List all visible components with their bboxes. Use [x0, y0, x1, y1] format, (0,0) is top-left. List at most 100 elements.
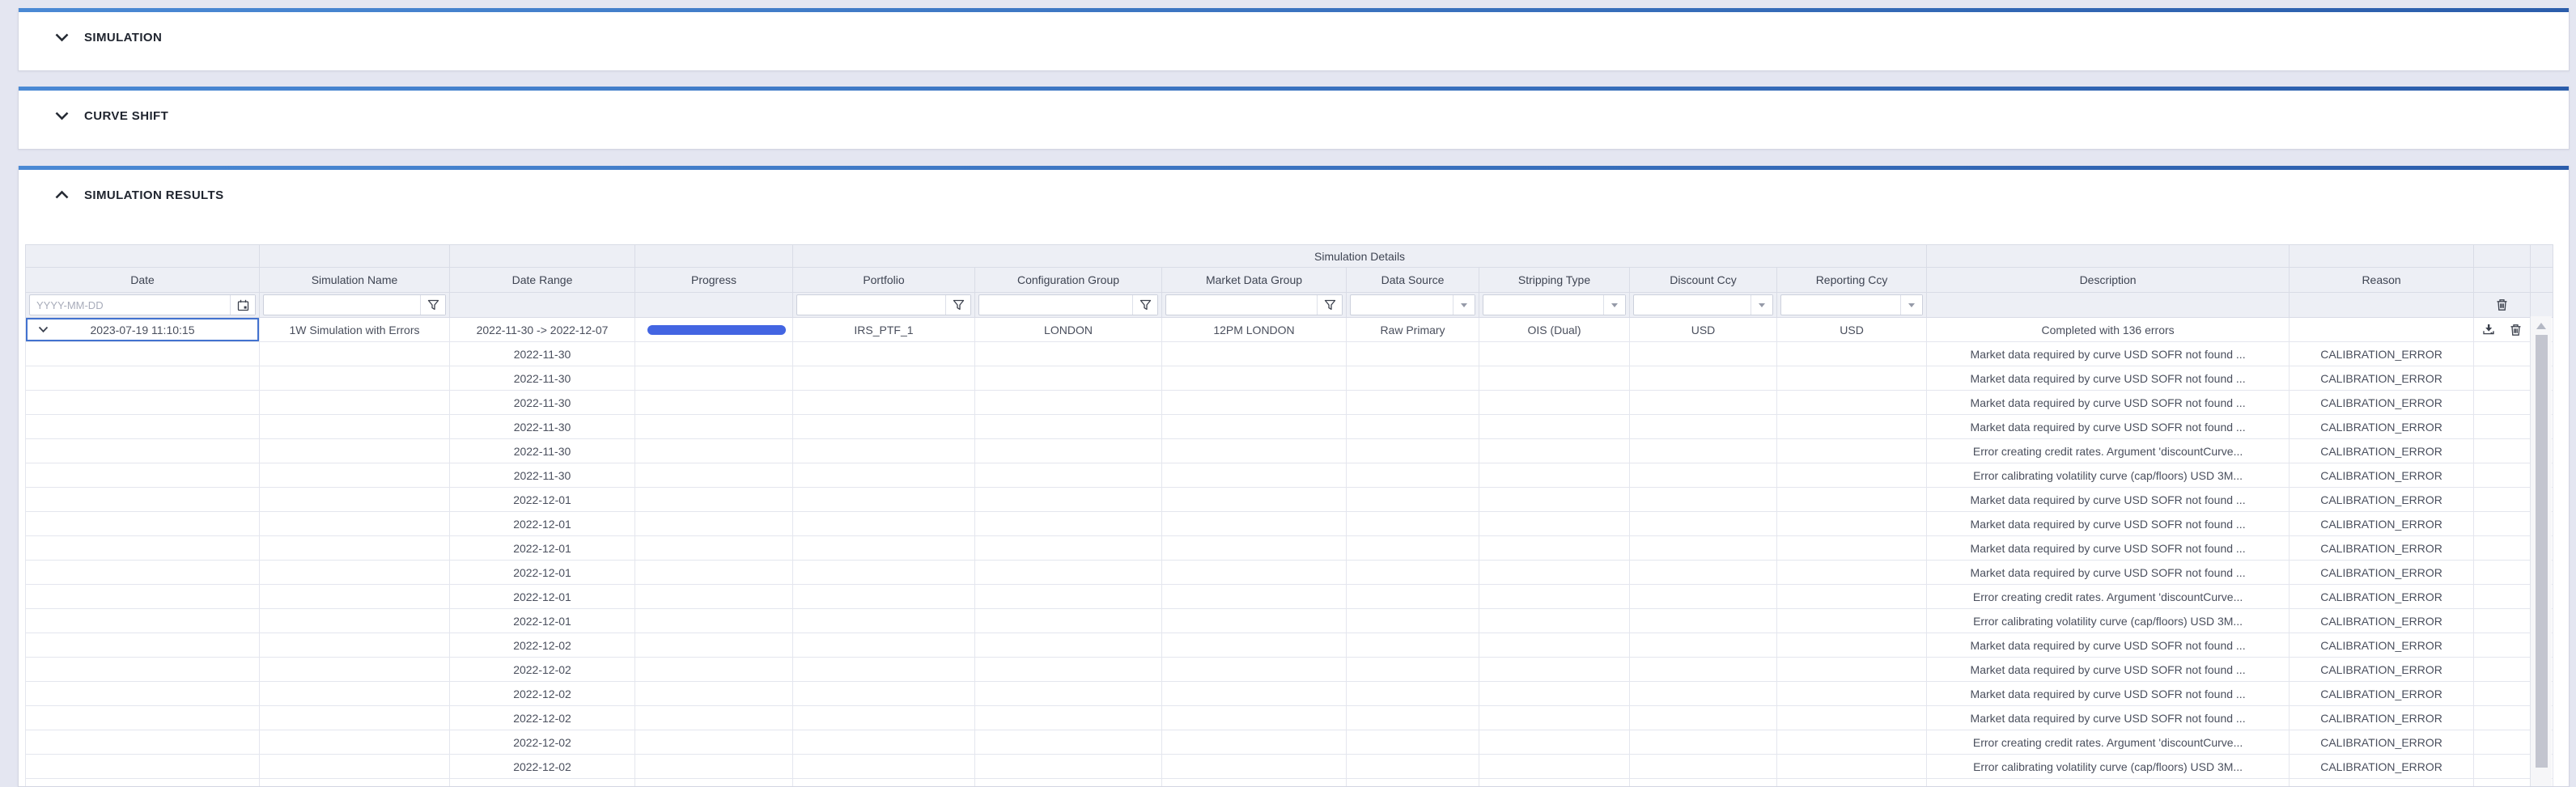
cell-market-data-group[interactable] — [1162, 415, 1347, 439]
cell-configuration-group[interactable] — [975, 536, 1162, 561]
cell-market-data-group[interactable] — [1162, 779, 1347, 787]
cell-date-range[interactable]: 2022-11-30 — [450, 779, 635, 787]
cell-reason[interactable]: CALCULATION_ERROR — [2290, 779, 2474, 787]
cell-configuration-group[interactable] — [975, 755, 1162, 779]
data-source-filter-dropdown[interactable] — [1453, 295, 1475, 315]
cell-progress[interactable] — [635, 439, 793, 463]
cell-portfolio[interactable] — [793, 706, 975, 730]
cell-stripping-type[interactable] — [1479, 488, 1630, 512]
cell-market-data-group[interactable] — [1162, 463, 1347, 488]
cell-stripping-type[interactable] — [1479, 658, 1630, 682]
cell-discount-ccy[interactable] — [1630, 488, 1777, 512]
column-header-data-source[interactable]: Data Source — [1347, 268, 1479, 293]
cell-data-source[interactable] — [1347, 755, 1479, 779]
cell-date[interactable] — [26, 415, 260, 439]
cell-stripping-type[interactable] — [1479, 391, 1630, 415]
cell-portfolio[interactable] — [793, 633, 975, 658]
cell-date-range[interactable]: 2022-11-30 -> 2022-12-07 — [450, 318, 635, 342]
cell-date-range[interactable]: 2022-11-30 — [450, 439, 635, 463]
cell-simulation-name[interactable] — [260, 439, 450, 463]
cell-portfolio[interactable]: IRS_PTF_1 — [793, 318, 975, 342]
cell-date[interactable] — [26, 439, 260, 463]
data-source-filter-select[interactable] — [1351, 295, 1453, 315]
cell-discount-ccy[interactable] — [1630, 366, 1777, 391]
cell-date-range[interactable]: 2022-12-02 — [450, 658, 635, 682]
cell-description[interactable]: Market data required by curve USD SOFR n… — [1927, 391, 2290, 415]
cell-data-source[interactable] — [1347, 561, 1479, 585]
cell-simulation-name[interactable] — [260, 366, 450, 391]
cell-data-source[interactable] — [1347, 682, 1479, 706]
cell-portfolio[interactable] — [793, 779, 975, 787]
cell-reason[interactable]: CALIBRATION_ERROR — [2290, 536, 2474, 561]
cell-simulation-name[interactable] — [260, 730, 450, 755]
cell-simulation-name[interactable] — [260, 609, 450, 633]
cell-date[interactable] — [26, 682, 260, 706]
configuration-group-filter-button[interactable] — [1132, 295, 1157, 315]
cell-market-data-group[interactable] — [1162, 366, 1347, 391]
cell-date-range[interactable]: 2022-12-02 — [450, 755, 635, 779]
cell-market-data-group[interactable] — [1162, 609, 1347, 633]
cell-simulation-name[interactable] — [260, 706, 450, 730]
cell-configuration-group[interactable] — [975, 561, 1162, 585]
cell-simulation-name[interactable] — [260, 536, 450, 561]
cell-reason[interactable]: CALIBRATION_ERROR — [2290, 706, 2474, 730]
cell-simulation-name[interactable] — [260, 561, 450, 585]
cell-date[interactable] — [26, 561, 260, 585]
cell-progress[interactable] — [635, 585, 793, 609]
column-header-stripping-type[interactable]: Stripping Type — [1479, 268, 1630, 293]
cell-stripping-type[interactable] — [1479, 706, 1630, 730]
cell-market-data-group[interactable] — [1162, 633, 1347, 658]
cell-stripping-type[interactable] — [1479, 779, 1630, 787]
cell-market-data-group[interactable] — [1162, 658, 1347, 682]
cell-progress[interactable] — [635, 366, 793, 391]
column-header-market-data-group[interactable]: Market Data Group — [1162, 268, 1347, 293]
cell-configuration-group[interactable] — [975, 609, 1162, 633]
cell-progress[interactable] — [635, 488, 793, 512]
cell-date-range[interactable]: 2022-11-30 — [450, 342, 635, 366]
column-header-configuration-group[interactable]: Configuration Group — [975, 268, 1162, 293]
cell-date-range[interactable]: 2022-11-30 — [450, 366, 635, 391]
cell-reporting-ccy[interactable] — [1777, 342, 1927, 366]
cell-configuration-group[interactable] — [975, 391, 1162, 415]
cell-discount-ccy[interactable] — [1630, 658, 1777, 682]
cell-reporting-ccy[interactable] — [1777, 463, 1927, 488]
cell-simulation-name[interactable]: 1W Simulation with Errors — [260, 318, 450, 342]
cell-stripping-type[interactable] — [1479, 415, 1630, 439]
simulation-name-filter-button[interactable] — [420, 295, 445, 315]
cell-portfolio[interactable] — [793, 366, 975, 391]
cell-portfolio[interactable] — [793, 755, 975, 779]
cell-reporting-ccy[interactable] — [1777, 488, 1927, 512]
cell-market-data-group[interactable] — [1162, 730, 1347, 755]
cell-discount-ccy[interactable] — [1630, 536, 1777, 561]
cell-portfolio[interactable] — [793, 561, 975, 585]
cell-description[interactable]: Completed with 136 errors — [1927, 318, 2290, 342]
cell-data-source[interactable] — [1347, 706, 1479, 730]
cell-data-source[interactable] — [1347, 730, 1479, 755]
cell-reporting-ccy[interactable] — [1777, 609, 1927, 633]
cell-description[interactable]: Error creating credit rates. Argument 'd… — [1927, 585, 2290, 609]
panel-curve-shift-header[interactable]: CURVE SHIFT — [19, 91, 2569, 141]
cell-progress[interactable] — [635, 561, 793, 585]
cell-reporting-ccy[interactable] — [1777, 779, 1927, 787]
cell-stripping-type[interactable] — [1479, 536, 1630, 561]
cell-discount-ccy[interactable] — [1630, 512, 1777, 536]
cell-description[interactable]: Market data required by curve USD SOFR n… — [1927, 488, 2290, 512]
cell-reporting-ccy[interactable]: USD — [1777, 318, 1927, 342]
cell-description[interactable]: Market data required by curve USD SOFR n… — [1927, 366, 2290, 391]
column-header-description[interactable]: Description — [1927, 268, 2290, 293]
cell-progress[interactable] — [635, 536, 793, 561]
cell-reporting-ccy[interactable] — [1777, 730, 1927, 755]
column-header-simulation-name[interactable]: Simulation Name — [260, 268, 450, 293]
column-header-discount-ccy[interactable]: Discount Ccy — [1630, 268, 1777, 293]
cell-description[interactable]: Market data required by curve USD SOFR n… — [1927, 536, 2290, 561]
cell-reporting-ccy[interactable] — [1777, 755, 1927, 779]
cell-reason[interactable]: CALIBRATION_ERROR — [2290, 391, 2474, 415]
cell-reason[interactable]: CALIBRATION_ERROR — [2290, 488, 2474, 512]
cell-progress[interactable] — [635, 415, 793, 439]
cell-portfolio[interactable] — [793, 682, 975, 706]
cell-reporting-ccy[interactable] — [1777, 415, 1927, 439]
cell-configuration-group[interactable] — [975, 342, 1162, 366]
cell-reporting-ccy[interactable] — [1777, 536, 1927, 561]
cell-reporting-ccy[interactable] — [1777, 561, 1927, 585]
cell-description[interactable]: Market data required by curve USD SOFR n… — [1927, 633, 2290, 658]
